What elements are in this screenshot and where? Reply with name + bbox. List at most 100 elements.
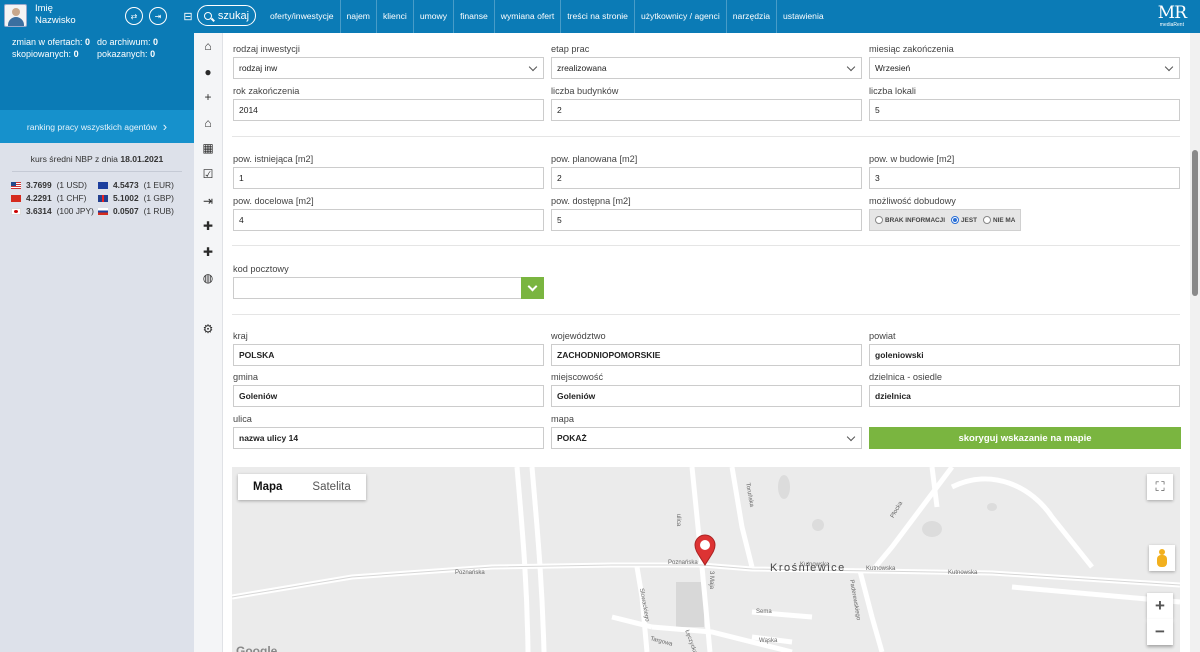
rate-usd: 3.7699 (1 USD)	[11, 180, 98, 190]
label-ulica: ulica	[233, 414, 252, 424]
nav-item-finanse[interactable]: finanse	[453, 0, 494, 33]
user-plus-icon[interactable]: +	[200, 89, 216, 105]
input-powiat[interactable]: goleniowski	[869, 344, 1180, 366]
label-pow-docelowa: pow. docelowa [m2]	[233, 196, 314, 206]
map-canvas	[232, 467, 1180, 652]
field-pow-dostepna: pow. dostępna [m2] 5	[551, 196, 862, 231]
nav-item-tresci[interactable]: treści na stronie	[560, 0, 634, 33]
select-miesiac[interactable]: Wrzesień	[869, 57, 1180, 79]
user-profile[interactable]: Imię Nazwisko	[4, 3, 76, 27]
field-correct-map: skoryguj wskazanie na mapie	[869, 427, 1181, 449]
zoom-in-button[interactable]: +	[1147, 593, 1173, 619]
map[interactable]: Mapa Satelita ⛶ + − Krośniewice Poznańsk…	[232, 467, 1180, 652]
globe-icon[interactable]: ◍	[200, 270, 216, 286]
sign-out-icon[interactable]: ⇥	[200, 193, 216, 209]
street-label: Wąska	[759, 638, 778, 644]
select-etap[interactable]: zrealizowana	[551, 57, 862, 79]
top-bar: Imię Nazwisko ⇄ ⇥ ⊟ szukaj oferty/inwest…	[0, 0, 1200, 33]
street-label: Kutnowska	[800, 562, 830, 568]
rate-rub: 0.0507 (1 RUB)	[98, 206, 188, 216]
nav-item-narzedzia[interactable]: narzędzia	[725, 0, 776, 33]
input-budynki[interactable]: 2	[551, 99, 862, 121]
avatar[interactable]	[4, 3, 27, 27]
exchange-rate-header: kurs średni NBP z dnia 18.01.2021	[30, 154, 164, 164]
street-view-pegman-icon[interactable]	[1149, 545, 1175, 571]
postal-code-input[interactable]	[233, 277, 544, 299]
field-lokale: liczba lokali 5	[869, 86, 1180, 121]
input-lokale[interactable]: 5	[869, 99, 1180, 121]
field-dobudowa: możliwość dobudowy BRAK INFORMACJI JEST …	[869, 196, 1021, 231]
ch-flag-icon	[11, 194, 21, 202]
radio-jest[interactable]: JEST	[951, 216, 977, 224]
label-wojewodztwo: województwo	[551, 331, 606, 341]
label-pow-istniejaca: pow. istniejąca [m2]	[233, 154, 314, 164]
nav-item-ustawienia[interactable]: ustawienia	[776, 0, 830, 33]
tab-satellite[interactable]: Satelita	[297, 474, 365, 500]
house-icon[interactable]: ⌂	[200, 115, 216, 131]
field-budynki: liczba budynków 2	[551, 86, 862, 121]
checklist-icon[interactable]: ☑	[200, 166, 216, 182]
logo-sub: mediaRent	[1159, 22, 1184, 28]
ranking-label: ranking pracy wszystkich agentów	[26, 121, 157, 132]
logo[interactable]: MR mediaRent	[1158, 4, 1187, 28]
input-gmina[interactable]: Goleniów	[233, 385, 544, 407]
input-pow-istniejaca[interactable]: 1	[233, 167, 544, 189]
input-miejscowosc[interactable]: Goleniów	[551, 385, 862, 407]
correct-map-button[interactable]: skoryguj wskazanie na mapie	[869, 427, 1181, 449]
plus-icon[interactable]: ✚	[200, 218, 216, 234]
search-button[interactable]: szukaj	[197, 5, 256, 26]
street-label: Sema	[756, 609, 772, 615]
street-label: 3 Maja	[708, 570, 715, 590]
chevron-down-icon[interactable]	[521, 277, 544, 299]
field-miesiac: miesiąc zakończenia Wrzesień	[869, 44, 1180, 79]
input-pow-budowie[interactable]: 3	[869, 167, 1180, 189]
input-pow-planowana[interactable]: 2	[551, 167, 862, 189]
calendar-icon[interactable]: ▦	[200, 140, 216, 156]
stats-box: zmian w ofertach: 0 do archiwum: 0 skopi…	[0, 33, 194, 110]
nav-item-wymiana[interactable]: wymiana ofert	[493, 0, 561, 33]
tab-map[interactable]: Mapa	[238, 474, 297, 500]
input-ulica[interactable]: nazwa ulicy 14	[233, 427, 544, 449]
field-ulica: ulica nazwa ulicy 14	[233, 414, 544, 449]
zoom-out-button[interactable]: −	[1147, 619, 1173, 645]
input-wojewodztwo[interactable]: ZACHODNIOPOMORSKIE	[551, 344, 862, 366]
field-rok: rok zakończenia 2014	[233, 86, 544, 121]
nav-item-oferty[interactable]: oferty/inwestycje	[264, 0, 340, 33]
select-mapa[interactable]: POKAŻ	[551, 427, 862, 449]
ranking-link[interactable]: ranking pracy wszystkich agentów ›	[0, 110, 194, 143]
radio-brak[interactable]: BRAK INFORMACJI	[875, 216, 945, 224]
label-kod: kod pocztowy	[233, 264, 289, 274]
cogs-icon[interactable]: ⚙	[200, 321, 216, 337]
nav-item-umowy[interactable]: umowy	[412, 0, 453, 33]
jp-flag-icon	[11, 207, 21, 215]
map-attribution: Google	[236, 644, 278, 652]
nav-item-najem[interactable]: najem	[339, 0, 376, 33]
input-rok[interactable]: 2014	[233, 99, 544, 121]
select-rodzaj[interactable]: rodzaj inw	[233, 57, 544, 79]
scrollbar-thumb[interactable]	[1192, 150, 1198, 296]
scrollbar[interactable]	[1190, 33, 1200, 652]
cart-icon[interactable]: ⊟	[179, 7, 197, 25]
user-icon[interactable]: ●	[200, 64, 216, 80]
fullscreen-icon[interactable]: ⛶	[1147, 474, 1173, 500]
input-pow-docelowa[interactable]: 4	[233, 209, 544, 231]
forward-icon[interactable]: ⇥	[149, 7, 167, 25]
street-label: Kutnowska	[866, 566, 896, 572]
nav-item-klienci[interactable]: klienci	[375, 0, 413, 33]
plus-icon[interactable]: ✚	[200, 244, 216, 260]
search-icon	[203, 11, 212, 20]
field-dzielnica: dzielnica - osiedle dzielnica	[869, 372, 1180, 407]
input-kraj[interactable]: POLSKA	[233, 344, 544, 366]
home-icon[interactable]: ⌂	[200, 38, 216, 54]
share-icon[interactable]: ⇄	[125, 7, 143, 25]
left-panel: zmian w ofertach: 0 do archiwum: 0 skopi…	[0, 33, 194, 652]
input-pow-dostepna[interactable]: 5	[551, 209, 862, 231]
input-dzielnica[interactable]: dzielnica	[869, 385, 1180, 407]
nav-item-uzytkownicy[interactable]: użytkownicy / agenci	[633, 0, 726, 33]
radio-nie-ma[interactable]: NIE MA	[982, 216, 1015, 224]
field-powiat: powiat goleniowski	[869, 331, 1180, 366]
divider	[232, 136, 1180, 137]
rate-eur: 4.5473 (1 EUR)	[98, 180, 188, 190]
top-icons: ⇄ ⇥ ⊟	[125, 7, 197, 25]
label-dzielnica: dzielnica - osiedle	[869, 372, 943, 382]
